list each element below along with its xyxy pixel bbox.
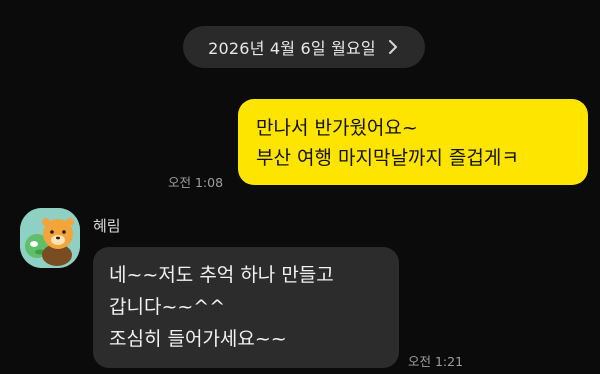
date-divider-button[interactable]: 2026년 4월 6일 월요일	[183, 26, 425, 68]
message-line: 조심히 들어가세요~~	[109, 328, 287, 350]
message-line: 부산 여행 마지막날까지 즐겁게ㅋ	[256, 147, 519, 169]
date-divider-text: 2026년 4월 6일 월요일	[208, 39, 376, 58]
message-line: 만나서 반가웠어요~	[256, 117, 418, 139]
message-timestamp: 오전 1:21	[408, 354, 464, 369]
their-message-bubble[interactable]: 네~~저도 추억 하나 만들고 갑니다~~^^ 조심히 들어가세요~~	[93, 247, 399, 368]
profile-avatar[interactable]	[20, 208, 80, 268]
message-line: 갑니다~~^^	[109, 296, 226, 318]
message-line: 네~~저도 추억 하나 만들고	[109, 264, 334, 286]
chevron-right-icon	[386, 40, 400, 54]
message-timestamp: 오전 1:08	[168, 175, 224, 190]
my-message-bubble[interactable]: 만나서 반가웠어요~ 부산 여행 마지막날까지 즐겁게ㅋ	[238, 99, 588, 185]
sender-name: 혜림	[93, 217, 121, 235]
avatar-icon	[20, 208, 80, 268]
